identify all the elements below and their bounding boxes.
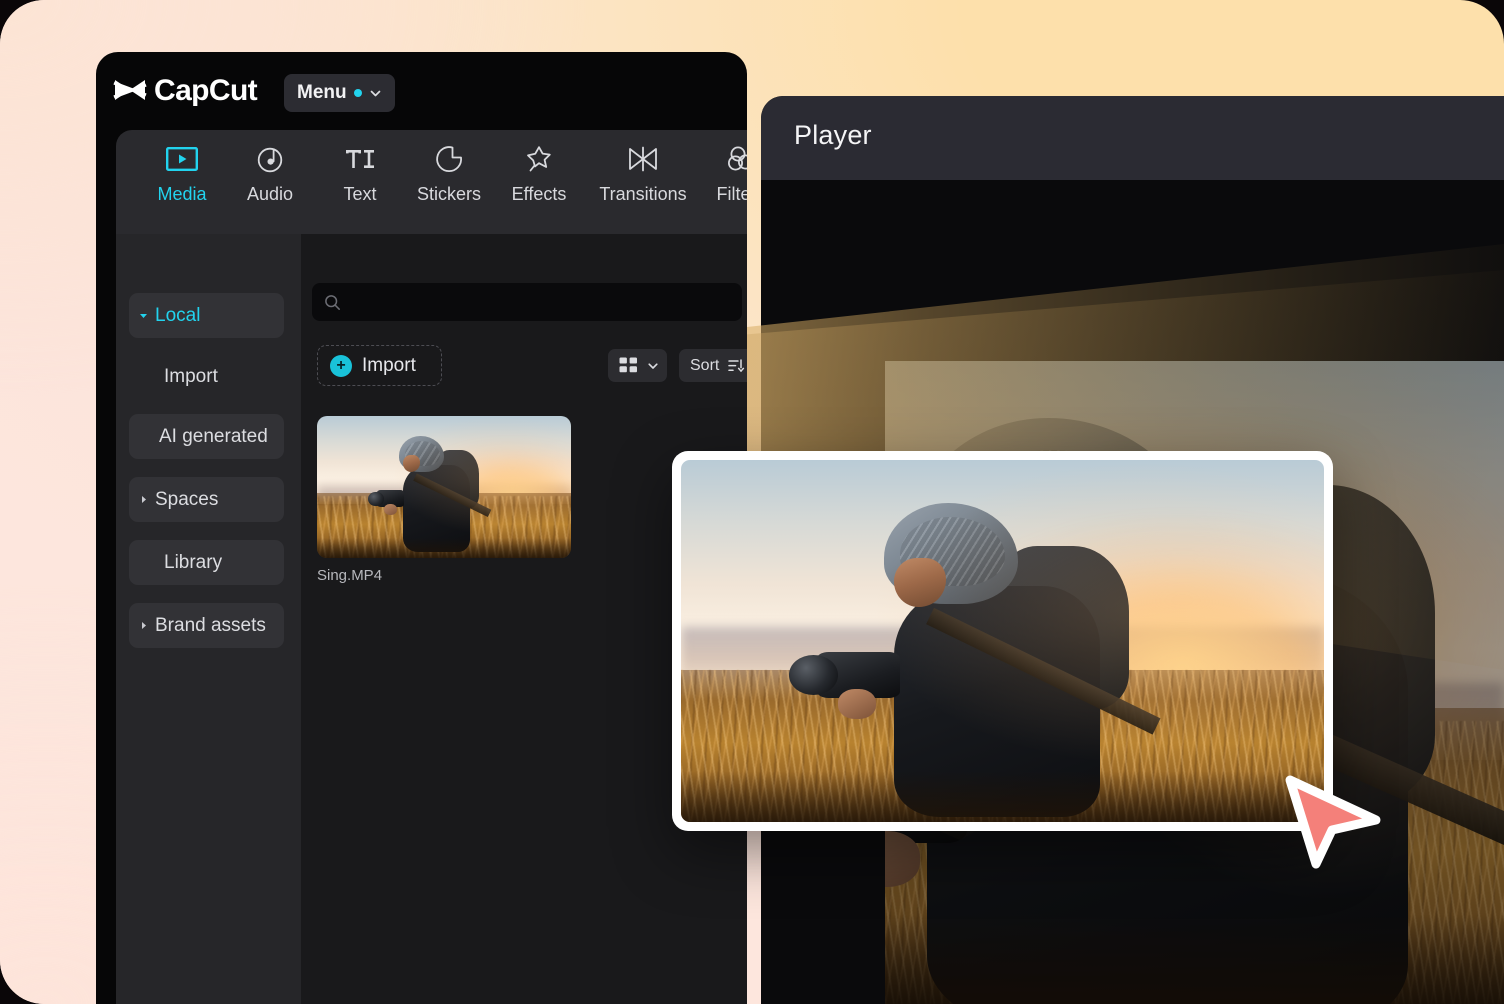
app-name: CapCut [154, 74, 258, 107]
sidebar-item-import-label: Import [164, 365, 218, 387]
search-input[interactable] [349, 293, 719, 311]
tab-effects[interactable]: Effects [491, 142, 587, 222]
sort-button-label: Sort [690, 356, 720, 374]
tab-filters-label: Filters [716, 184, 748, 204]
zoomed-preview-frame[interactable] [672, 451, 1333, 831]
player-title: Player [794, 120, 872, 150]
plus-circle-icon: + [330, 354, 352, 377]
tab-media-label: Media [157, 184, 207, 204]
audio-note-icon [255, 142, 285, 176]
tab-stickers[interactable]: Stickers [401, 142, 497, 222]
media-item-card[interactable]: Sing.MP4 [317, 416, 571, 584]
sidebar-item-library-label: Library [164, 551, 223, 573]
sidebar-item-local[interactable]: Local [129, 293, 284, 338]
media-thumbnail[interactable] [317, 416, 571, 558]
menu-button[interactable]: Menu [284, 74, 395, 112]
caret-right-icon [138, 620, 151, 631]
chevron-down-icon [369, 87, 382, 100]
preview-photo [681, 460, 1324, 822]
capcut-window: CapCut Menu Media Audio Text Stickers Ef… [96, 52, 747, 1004]
tab-filters[interactable]: Filters [693, 142, 747, 222]
import-button[interactable]: + Import [317, 345, 442, 386]
tab-audio-label: Audio [246, 184, 294, 204]
chevron-down-icon [647, 360, 659, 372]
pointer-cursor [1276, 774, 1384, 870]
search-icon [324, 294, 341, 311]
view-toggle-button[interactable] [608, 349, 667, 382]
caret-down-icon [138, 310, 151, 321]
caret-right-icon [138, 494, 151, 505]
sidebar-item-import[interactable]: Import [129, 354, 284, 399]
tab-text-label: Text [343, 184, 377, 204]
tab-transitions[interactable]: Transitions [578, 142, 708, 222]
media-item-name: Sing.MP4 [317, 567, 383, 584]
filters-circles-icon [726, 142, 747, 176]
sidebar-item-local-label: Local [155, 304, 201, 326]
tool-tab-bar: Media Audio Text Stickers Effects Transi… [116, 130, 747, 234]
tab-text[interactable]: Text [312, 142, 408, 222]
player-header: Player [761, 96, 1504, 180]
sidebar-item-brand-assets[interactable]: Brand assets [129, 603, 284, 648]
menu-button-label: Menu [297, 82, 347, 103]
tab-transitions-label: Transitions [599, 184, 687, 204]
sidebar-item-spaces-label: Spaces [155, 488, 219, 510]
sidebar-item-library[interactable]: Library [129, 540, 284, 585]
sort-button[interactable]: Sort [679, 349, 747, 382]
sidebar-item-brand-assets-label: Brand assets [155, 614, 266, 636]
import-button-label: Import [362, 354, 416, 376]
sidebar-item-ai-generated[interactable]: AI generated [129, 414, 284, 459]
media-sidebar: Local Import AI generated Spaces Library… [116, 234, 301, 1004]
media-play-frame-icon [165, 142, 199, 176]
tab-media[interactable]: Media [134, 142, 230, 222]
tab-effects-label: Effects [511, 184, 567, 204]
search-box[interactable] [312, 283, 742, 321]
title-bar: CapCut Menu [96, 52, 747, 130]
sidebar-item-ai-generated-label: AI generated [159, 425, 268, 447]
tab-stickers-label: Stickers [416, 184, 481, 204]
sidebar-item-spaces[interactable]: Spaces [129, 477, 284, 522]
transitions-bowtie-icon [626, 142, 660, 176]
capcut-logo-icon [112, 73, 148, 109]
zoomed-preview-image [681, 460, 1324, 822]
menu-badge-dot [353, 89, 362, 97]
tab-audio[interactable]: Audio [222, 142, 318, 222]
effects-sparkle-icon [524, 142, 554, 176]
thumbnail-photo [317, 416, 571, 558]
text-ti-icon [343, 142, 377, 176]
grid-view-icon [619, 357, 638, 374]
sticker-drop-icon [434, 142, 464, 176]
sort-descending-icon [728, 358, 745, 374]
